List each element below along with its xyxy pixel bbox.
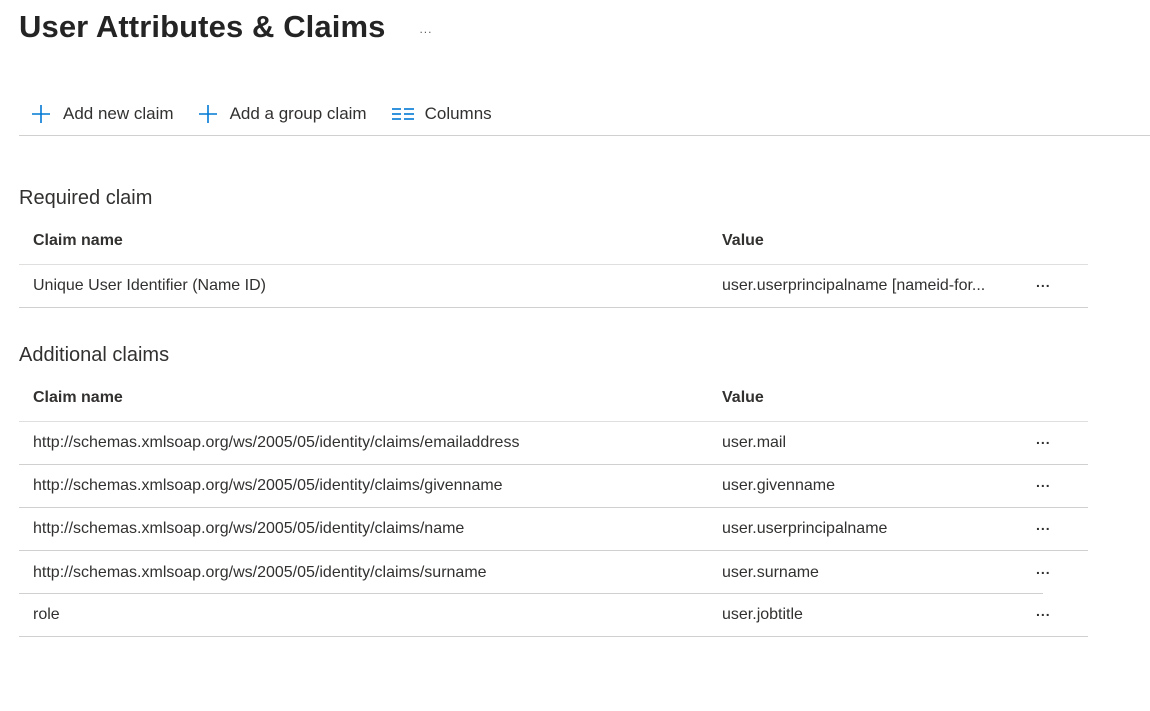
plus-icon — [31, 104, 51, 124]
required-claim-heading: Required claim — [19, 187, 153, 209]
table-row[interactable]: Unique User Identifier (Name ID) user.us… — [19, 265, 1088, 308]
columns-icon — [391, 104, 415, 124]
table-row[interactable]: role user.jobtitle ... — [19, 594, 1088, 637]
claim-name-cell: Unique User Identifier (Name ID) — [33, 277, 266, 294]
more-icon[interactable]: ... — [1036, 475, 1051, 489]
table-row[interactable]: http://schemas.xmlsoap.org/ws/2005/05/id… — [19, 508, 1088, 551]
header-more-button[interactable]: ... — [419, 23, 432, 35]
add-new-claim-button[interactable]: Add new claim — [19, 94, 186, 134]
grid-header: Claim name Value — [19, 217, 1088, 265]
more-icon[interactable]: ... — [1036, 275, 1051, 289]
more-icon[interactable]: ... — [1036, 562, 1051, 576]
column-header-value[interactable]: Value — [722, 232, 1026, 250]
column-header-claim-name[interactable]: Claim name — [19, 232, 722, 250]
claim-name-cell: role — [33, 606, 60, 623]
columns-label: Columns — [424, 103, 492, 123]
claim-value-cell: user.surname — [722, 563, 819, 581]
table-row[interactable]: http://schemas.xmlsoap.org/ws/2005/05/id… — [19, 551, 1088, 594]
claim-value-cell: user.jobtitle — [722, 606, 803, 623]
more-icon[interactable]: ... — [1036, 604, 1051, 618]
page-title: User Attributes & Claims — [19, 9, 386, 44]
more-icon[interactable]: ... — [1036, 518, 1051, 532]
command-bar: Add new claim Add a group claim Columns — [19, 92, 1150, 136]
claim-value-cell: user.givenname — [722, 477, 835, 494]
required-claims-grid: Claim name Value Unique User Identifier … — [19, 217, 1088, 308]
table-row[interactable]: http://schemas.xmlsoap.org/ws/2005/05/id… — [19, 465, 1088, 508]
claim-value-cell: user.mail — [722, 434, 787, 451]
table-row[interactable]: http://schemas.xmlsoap.org/ws/2005/05/id… — [19, 422, 1088, 465]
add-new-claim-label: Add new claim — [63, 103, 174, 123]
column-header-claim-name[interactable]: Claim name — [19, 389, 722, 407]
more-icon[interactable]: ... — [1036, 432, 1051, 446]
claim-name-cell: http://schemas.xmlsoap.org/ws/2005/05/id… — [33, 434, 520, 451]
column-header-value[interactable]: Value — [722, 389, 1026, 407]
claim-value-cell: user.userprincipalname [nameid-for... — [722, 277, 986, 294]
additional-claims-heading: Additional claims — [19, 344, 170, 366]
claim-name-cell: http://schemas.xmlsoap.org/ws/2005/05/id… — [33, 520, 465, 537]
add-group-claim-button[interactable]: Add a group claim — [186, 94, 379, 134]
plus-icon — [198, 104, 218, 124]
add-group-claim-label: Add a group claim — [229, 103, 367, 123]
claim-name-cell: http://schemas.xmlsoap.org/ws/2005/05/id… — [33, 563, 487, 581]
page-header: User Attributes & Claims ... — [19, 6, 432, 48]
grid-header: Claim name Value — [19, 374, 1088, 422]
columns-button[interactable]: Columns — [379, 94, 504, 134]
additional-claims-grid: Claim name Value http://schemas.xmlsoap.… — [19, 374, 1088, 637]
claim-name-cell: http://schemas.xmlsoap.org/ws/2005/05/id… — [33, 477, 503, 494]
claim-value-cell: user.userprincipalname — [722, 520, 888, 537]
